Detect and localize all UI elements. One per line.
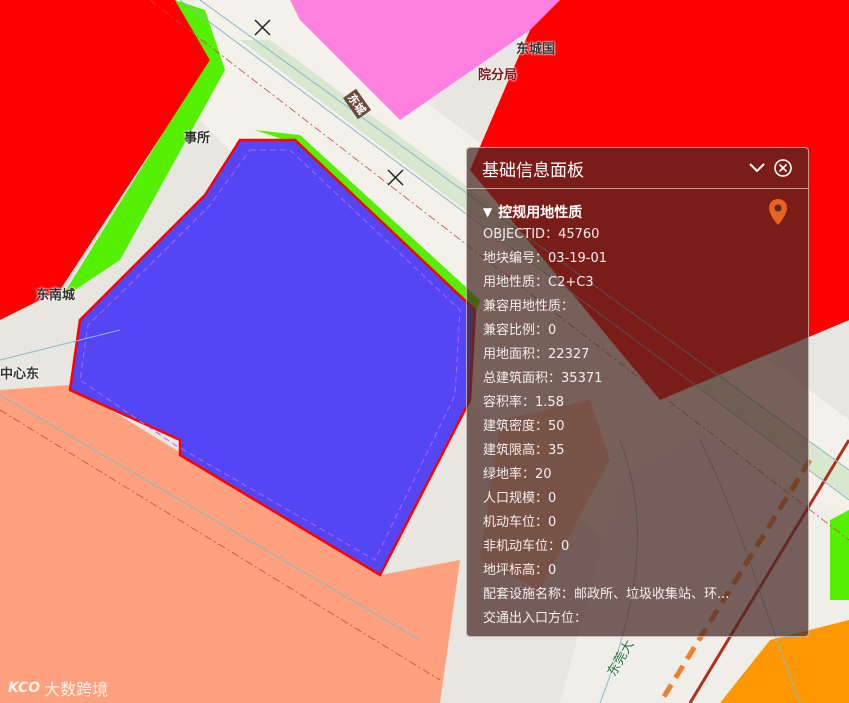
attribute-key: OBJECTID: [483, 227, 546, 242]
watermark: KCO 大数跨境: [8, 676, 108, 700]
attribute-separator: ：: [535, 323, 549, 338]
attribute-separator: ：: [522, 395, 536, 410]
attribute-row: 建筑限高：35: [483, 439, 792, 463]
attribute-row: 人口规模：0: [483, 487, 792, 511]
attribute-key: 兼容用地性质: [483, 299, 562, 314]
attribute-value: 03-19-01: [548, 251, 608, 266]
attribute-row: 非机动车位：0: [483, 535, 792, 559]
panel-header: 基础信息面板: [467, 148, 808, 189]
attribute-separator: ：: [535, 491, 549, 506]
attribute-row: 用地性质：C2+C3: [483, 271, 792, 295]
attribute-value: 0: [548, 323, 557, 338]
attribute-key: 地坪标高: [483, 563, 536, 578]
attribute-key: 建筑限高: [483, 443, 536, 458]
attribute-key: 兼容比例: [483, 323, 536, 338]
chevron-down-icon[interactable]: [746, 157, 768, 179]
attribute-separator: ：: [561, 299, 575, 314]
attribute-key: 非机动车位: [483, 539, 549, 554]
attribute-row: 总建筑面积：35371: [483, 367, 792, 391]
attribute-key: 人口规模: [483, 491, 536, 506]
attribute-value: 20: [535, 467, 552, 482]
attribute-row: 交通出入口方位：: [483, 607, 792, 631]
panel-body: ▼ 控规用地性质 OBJECTID：45760 地块编号：03-19-01 用地性质…: [467, 189, 808, 631]
section-header[interactable]: ▼ 控规用地性质: [483, 201, 792, 223]
panel-title: 基础信息面板: [482, 160, 584, 181]
attribute-value: 45760: [558, 227, 600, 242]
attribute-key: 地块编号: [483, 251, 536, 266]
map-label-zhongxin: 中心东: [0, 367, 40, 382]
attribute-row: 机动车位：0: [483, 511, 792, 535]
attribute-row: 容积率：1.58: [483, 391, 792, 415]
attribute-value: 0: [548, 563, 557, 578]
attribute-value: 35371: [561, 371, 603, 386]
attribute-list: OBJECTID：45760 地块编号：03-19-01 用地性质：C2+C3 兼容用…: [483, 223, 792, 631]
attribute-separator: ：: [545, 227, 559, 242]
attribute-row: 兼容比例：0: [483, 319, 792, 343]
attribute-row: 地坪标高：0: [483, 559, 792, 583]
close-icon[interactable]: [772, 157, 794, 179]
attribute-key: 用地性质: [483, 275, 536, 290]
attribute-row: 绿地率：20: [483, 463, 792, 487]
attribute-row: 地块编号：03-19-01: [483, 247, 792, 271]
attribute-row: 配套设施名称：邮政所、垃圾收集站、环...: [483, 583, 792, 607]
watermark-logo: KCO: [8, 680, 41, 696]
attribute-value: 0: [548, 515, 557, 530]
attribute-key: 配套设施名称: [483, 587, 562, 602]
parcel-green-right: [830, 510, 849, 600]
map-label-dongcheng: 东城国: [516, 42, 556, 57]
attribute-separator: ：: [574, 611, 588, 626]
map-label-nancheng: 东南城: [36, 288, 76, 303]
attribute-value: 50: [548, 419, 565, 434]
attribute-separator: ：: [535, 251, 549, 266]
attribute-value: C2+C3: [548, 275, 594, 290]
map-label-fenju: 院分局: [478, 68, 518, 83]
attribute-value: 0: [548, 491, 557, 506]
attribute-row: 用地面积：22327: [483, 343, 792, 367]
attribute-value: 1.58: [535, 395, 564, 410]
attribute-separator: ：: [561, 587, 575, 602]
attribute-separator: ：: [535, 419, 549, 434]
attribute-key: 容积率: [483, 395, 523, 410]
attribute-separator: ：: [535, 347, 549, 362]
attribute-value: 0: [561, 539, 570, 554]
attribute-value: 邮政所、垃圾收集站、环...: [574, 587, 730, 602]
attribute-row: 兼容用地性质：: [483, 295, 792, 319]
attribute-row: OBJECTID：45760: [483, 223, 792, 247]
attribute-separator: ：: [522, 467, 536, 482]
attribute-key: 总建筑面积: [483, 371, 549, 386]
attribute-separator: ：: [535, 563, 549, 578]
attribute-value: 35: [548, 443, 565, 458]
attribute-separator: ：: [535, 515, 549, 530]
attribute-key: 交通出入口方位: [483, 611, 575, 626]
attribute-key: 绿地率: [483, 467, 523, 482]
attribute-row: 建筑密度：50: [483, 415, 792, 439]
attribute-key: 机动车位: [483, 515, 536, 530]
attribute-key: 建筑密度: [483, 419, 536, 434]
attribute-separator: ：: [535, 443, 549, 458]
watermark-text: 大数跨境: [44, 680, 109, 699]
attribute-separator: ：: [548, 539, 562, 554]
map-pin-icon[interactable]: [768, 198, 788, 231]
attribute-separator: ：: [535, 275, 549, 290]
info-panel: 基础信息面板 ▼ 控规用地性质 OBJECTID：45760 地块编号：03-19…: [466, 147, 809, 637]
attribute-value: 22327: [548, 347, 590, 362]
attribute-separator: ：: [548, 371, 562, 386]
section-title: 控规用地性质: [498, 205, 583, 221]
map-label-banshichu: 事所: [184, 131, 211, 146]
triangle-down-icon[interactable]: ▼: [483, 205, 492, 219]
attribute-key: 用地面积: [483, 347, 536, 362]
